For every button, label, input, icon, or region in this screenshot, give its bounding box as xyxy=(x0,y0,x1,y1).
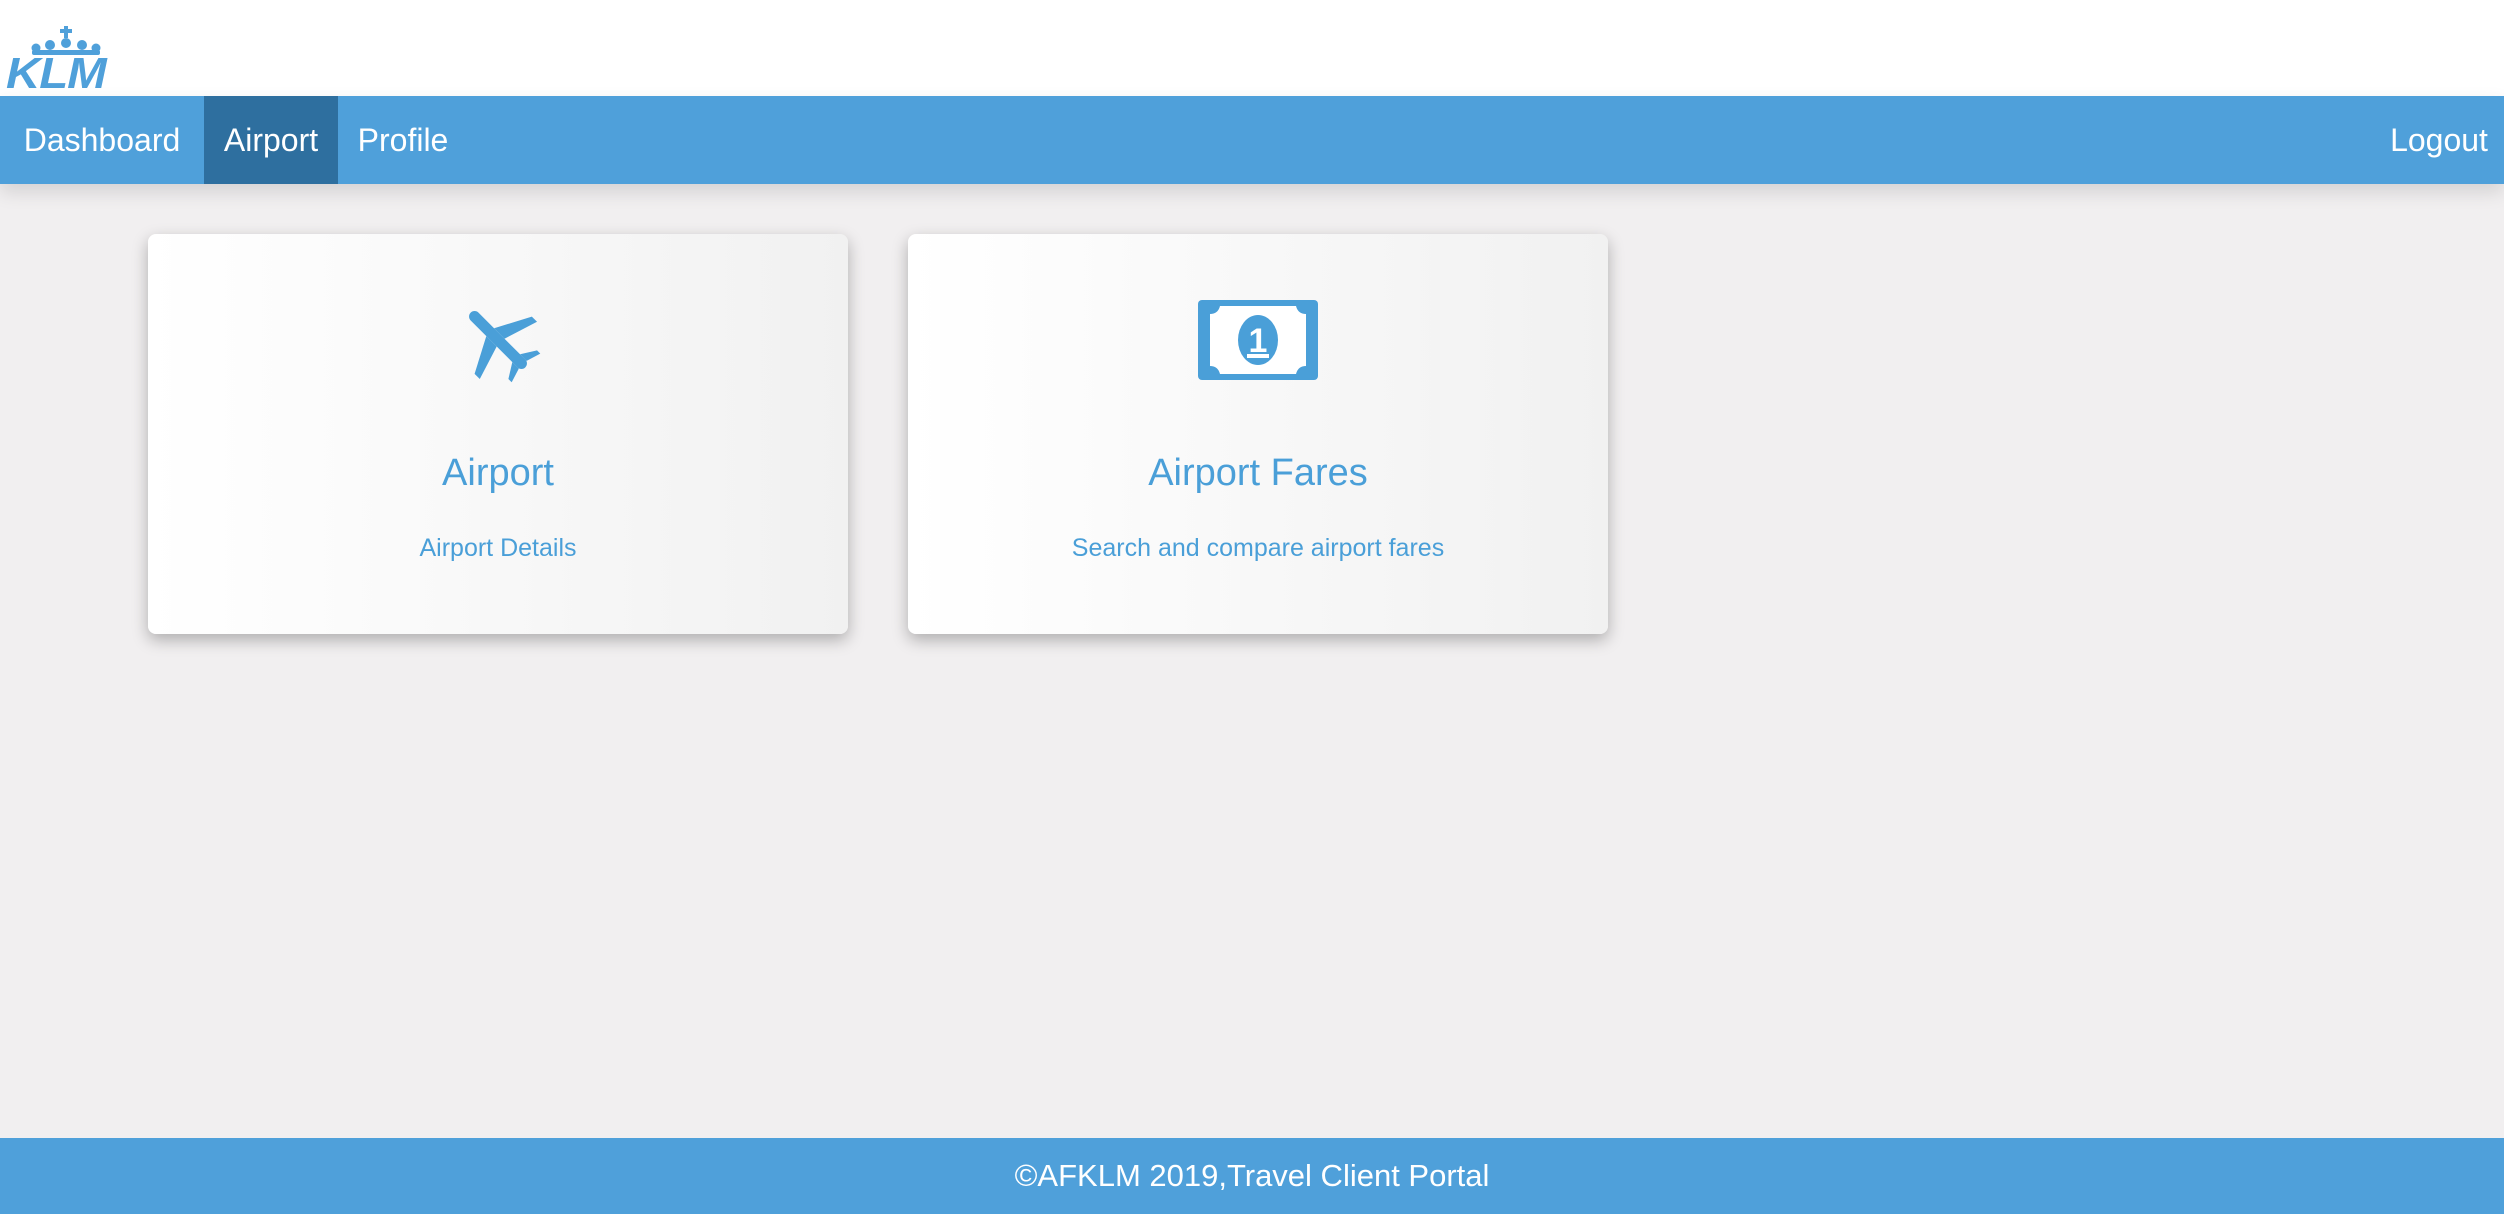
nav-item-airport-label: Airport xyxy=(223,121,319,158)
card-description: Airport Details xyxy=(419,534,577,562)
logout-button[interactable]: Logout xyxy=(2374,96,2504,184)
card-title: Airport Fares xyxy=(1148,452,1368,494)
klm-logo[interactable]: KLM xyxy=(6,26,130,96)
nav-item-profile-label: Profile xyxy=(357,121,449,158)
footer-text: ©AFKLM 2019,Travel Client Portal xyxy=(1014,1158,1490,1193)
logout-label: Logout xyxy=(2390,121,2488,158)
card-title: Airport xyxy=(442,452,554,494)
footer: ©AFKLM 2019,Travel Client Portal xyxy=(0,1138,2504,1214)
nav-item-dashboard[interactable]: Dashboard xyxy=(0,96,204,184)
money-bill-icon: 1 xyxy=(1198,290,1318,390)
airplane-icon xyxy=(438,290,558,390)
nav-item-airport[interactable]: Airport xyxy=(204,96,338,184)
nav-item-dashboard-label: Dashboard xyxy=(23,121,181,158)
airport-fares-card[interactable]: 1 Airport Fares Search and compare airpo… xyxy=(908,234,1608,634)
navbar: Dashboard Airport Profile Logout xyxy=(0,96,2504,184)
page: KLM Dashboard Airport Profile Logout Air… xyxy=(0,0,2504,1214)
logo-text: KLM xyxy=(6,49,107,98)
logo-bar: KLM xyxy=(0,0,2504,96)
airport-card[interactable]: Airport Airport Details xyxy=(148,234,848,634)
nav-item-profile[interactable]: Profile xyxy=(338,96,468,184)
card-description: Search and compare airport fares xyxy=(1071,534,1445,562)
